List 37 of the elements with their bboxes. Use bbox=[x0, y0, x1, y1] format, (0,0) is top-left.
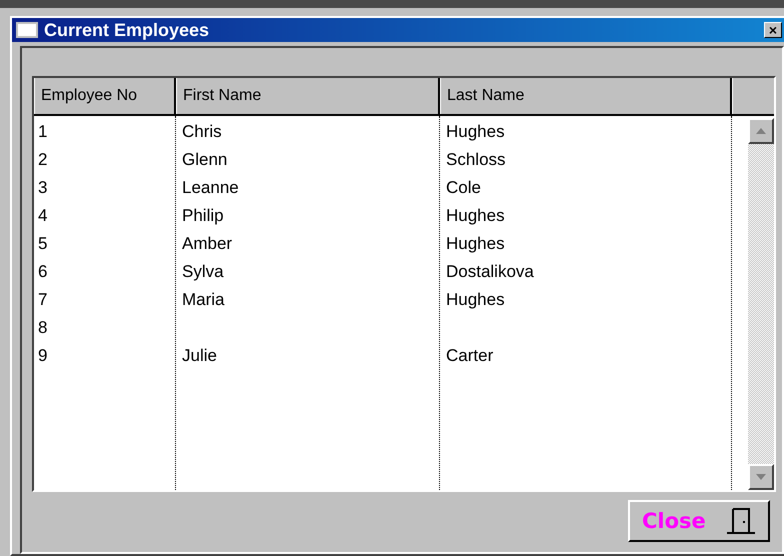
table-cell-text: 9 bbox=[37, 345, 48, 367]
table-cell-text: Maria bbox=[181, 289, 226, 311]
table-cell-text: Julie bbox=[181, 345, 218, 367]
table-cell-text: Hughes bbox=[445, 205, 506, 227]
vertical-scrollbar[interactable] bbox=[748, 118, 774, 490]
scroll-up-button[interactable] bbox=[748, 118, 774, 144]
scroll-down-button[interactable] bbox=[748, 464, 774, 490]
window-icon bbox=[16, 22, 38, 38]
down-arrow-icon bbox=[756, 474, 766, 480]
window-title: Current Employees bbox=[44, 20, 210, 40]
table-cell-text: Sylva bbox=[181, 261, 225, 283]
table-cell-text: 4 bbox=[37, 205, 48, 227]
table-cell-text: Chris bbox=[181, 121, 223, 143]
table-cell-text: 2 bbox=[37, 149, 48, 171]
close-button[interactable]: × bbox=[764, 22, 782, 38]
up-arrow-icon bbox=[756, 128, 766, 134]
table-cell-text: Hughes bbox=[445, 121, 506, 143]
table-cell-text: Dostalikova bbox=[445, 261, 535, 283]
table-cell-text: 6 bbox=[37, 261, 48, 283]
table-cell-text: Leanne bbox=[181, 177, 240, 199]
column-header[interactable]: First Name bbox=[176, 78, 440, 114]
table-cell-text: 5 bbox=[37, 233, 48, 255]
table-cell-text: Hughes bbox=[445, 233, 506, 255]
table-cell-text: Schloss bbox=[445, 149, 507, 171]
table-cell-text: 7 bbox=[37, 289, 48, 311]
column-header[interactable]: Employee No bbox=[34, 78, 176, 114]
table-cell-text: Hughes bbox=[445, 289, 506, 311]
table-cell-text: Philip bbox=[181, 205, 225, 227]
table-cell-text: Cole bbox=[445, 177, 482, 199]
table-cell-text: 1 bbox=[37, 121, 48, 143]
table-cell-text: 8 bbox=[37, 317, 48, 339]
column-header[interactable]: Last Name bbox=[440, 78, 732, 114]
table-cell-text: 3 bbox=[37, 177, 48, 199]
table-cell-text: Amber bbox=[181, 233, 234, 255]
table-cell-text: Carter bbox=[445, 345, 494, 367]
table-cell-text: Glenn bbox=[181, 149, 228, 171]
door-icon bbox=[726, 507, 756, 535]
